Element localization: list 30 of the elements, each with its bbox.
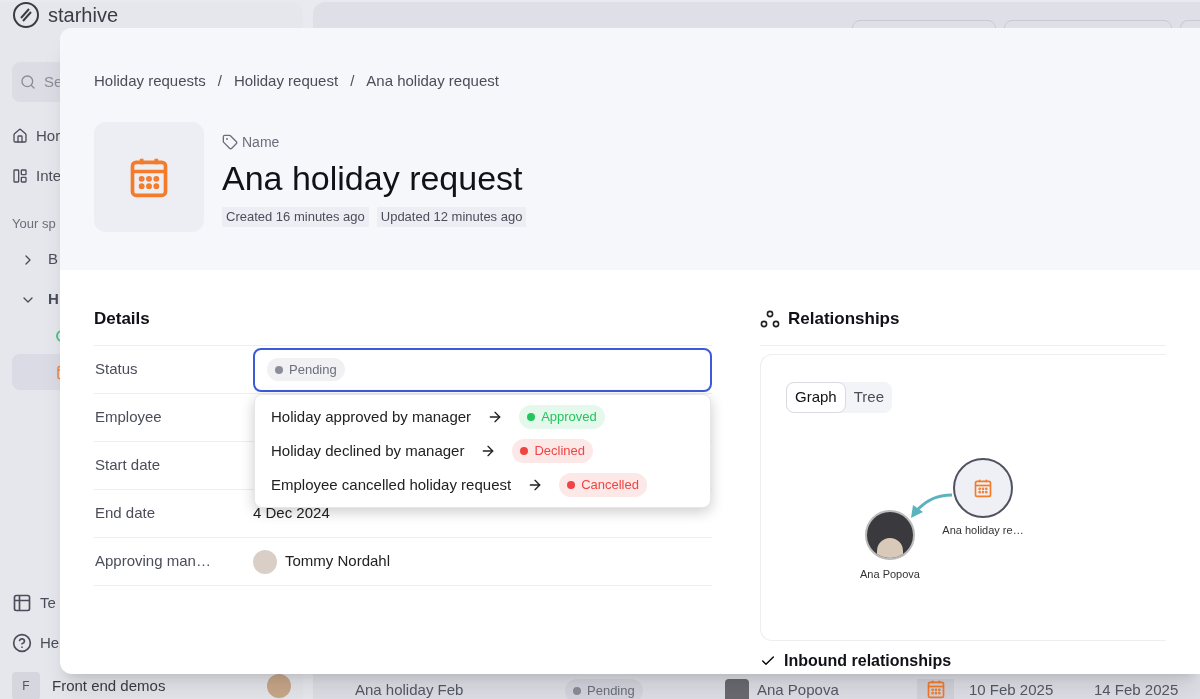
field-label: Status — [94, 359, 139, 380]
section-title: Inbound relationships — [784, 651, 952, 671]
workspace-avatar: F — [12, 672, 40, 699]
status-badge: Pending — [267, 357, 345, 382]
timestamp-tag: Created 16 minutes ago — [222, 207, 369, 227]
section-title: Your sp — [12, 215, 56, 233]
field-value: Tommy Nordahl — [285, 551, 391, 572]
field-label: End date — [94, 503, 157, 524]
status-badge: Approved — [519, 405, 605, 429]
field-label: Employee — [94, 407, 163, 428]
field-label: Start date — [94, 455, 162, 476]
logo-text: starhive — [48, 5, 119, 25]
table-cell-text: 10 Feb 2025 — [969, 680, 1055, 699]
breadcrumb-separator: / — [349, 71, 356, 91]
record-title: Ana holiday request — [222, 157, 524, 199]
node-label: Ana holiday re… — [942, 523, 1024, 538]
status-badge: Declined — [512, 439, 594, 463]
table-cell-text: 14 Feb 2025 — [1094, 680, 1179, 699]
table-cell-text: Ana Popova — [757, 680, 840, 699]
field-value: 4 Dec 2024 — [253, 503, 330, 524]
breadcrumb-separator: / — [216, 71, 223, 91]
section-title: Details — [94, 308, 151, 330]
section-title: Relationships — [788, 307, 900, 330]
node-label: Ana Popova — [860, 567, 920, 582]
field-label: Name — [242, 132, 280, 152]
field-label: Approving man… — [94, 551, 212, 572]
status-badge: Pending — [565, 679, 643, 699]
status-badge: Cancelled — [559, 473, 647, 497]
timestamp-tag: Updated 12 minutes ago — [376, 207, 527, 227]
table-cell-text: Ana holiday Feb — [355, 680, 465, 699]
